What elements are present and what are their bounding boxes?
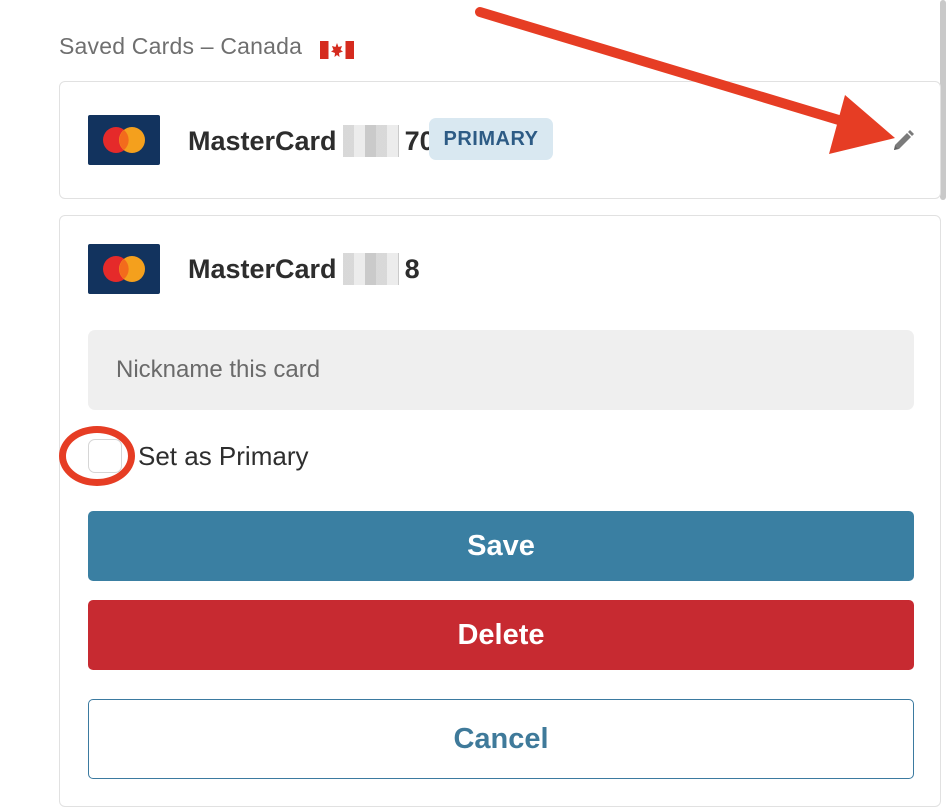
- saved-card-primary: MasterCard 70 PRIMARY: [59, 81, 941, 199]
- primary-badge: PRIMARY: [429, 118, 553, 160]
- nickname-input[interactable]: [88, 330, 914, 410]
- mastercard-icon: [88, 244, 160, 294]
- set-primary-checkbox[interactable]: [88, 439, 122, 473]
- pencil-icon: [894, 130, 914, 150]
- save-button[interactable]: Save: [88, 511, 914, 581]
- saved-card-edit-panel: MasterCard 8 Set as Primary Save Delete …: [59, 215, 941, 807]
- card-suffix: 8: [404, 253, 420, 284]
- section-title: Saved Cards – Canada: [59, 33, 355, 60]
- card-brand: MasterCard: [188, 253, 337, 284]
- mastercard-icon: [88, 115, 160, 165]
- card-title: MasterCard 8: [188, 253, 420, 285]
- set-primary-row[interactable]: Set as Primary: [88, 439, 309, 473]
- section-title-text: Saved Cards – Canada: [59, 33, 303, 59]
- canada-flag-icon: [320, 38, 355, 59]
- delete-button[interactable]: Delete: [88, 600, 914, 670]
- cancel-button[interactable]: Cancel: [88, 699, 914, 779]
- masked-card-number: [342, 253, 399, 285]
- edit-card-button[interactable]: [888, 126, 918, 156]
- saved-cards-page: Saved Cards – Canada MasterCard 70 PRIMA…: [0, 0, 948, 812]
- card-title: MasterCard 70: [188, 125, 435, 157]
- card-brand: MasterCard: [188, 125, 337, 156]
- masked-card-number: [342, 125, 399, 157]
- set-primary-label: Set as Primary: [138, 440, 309, 471]
